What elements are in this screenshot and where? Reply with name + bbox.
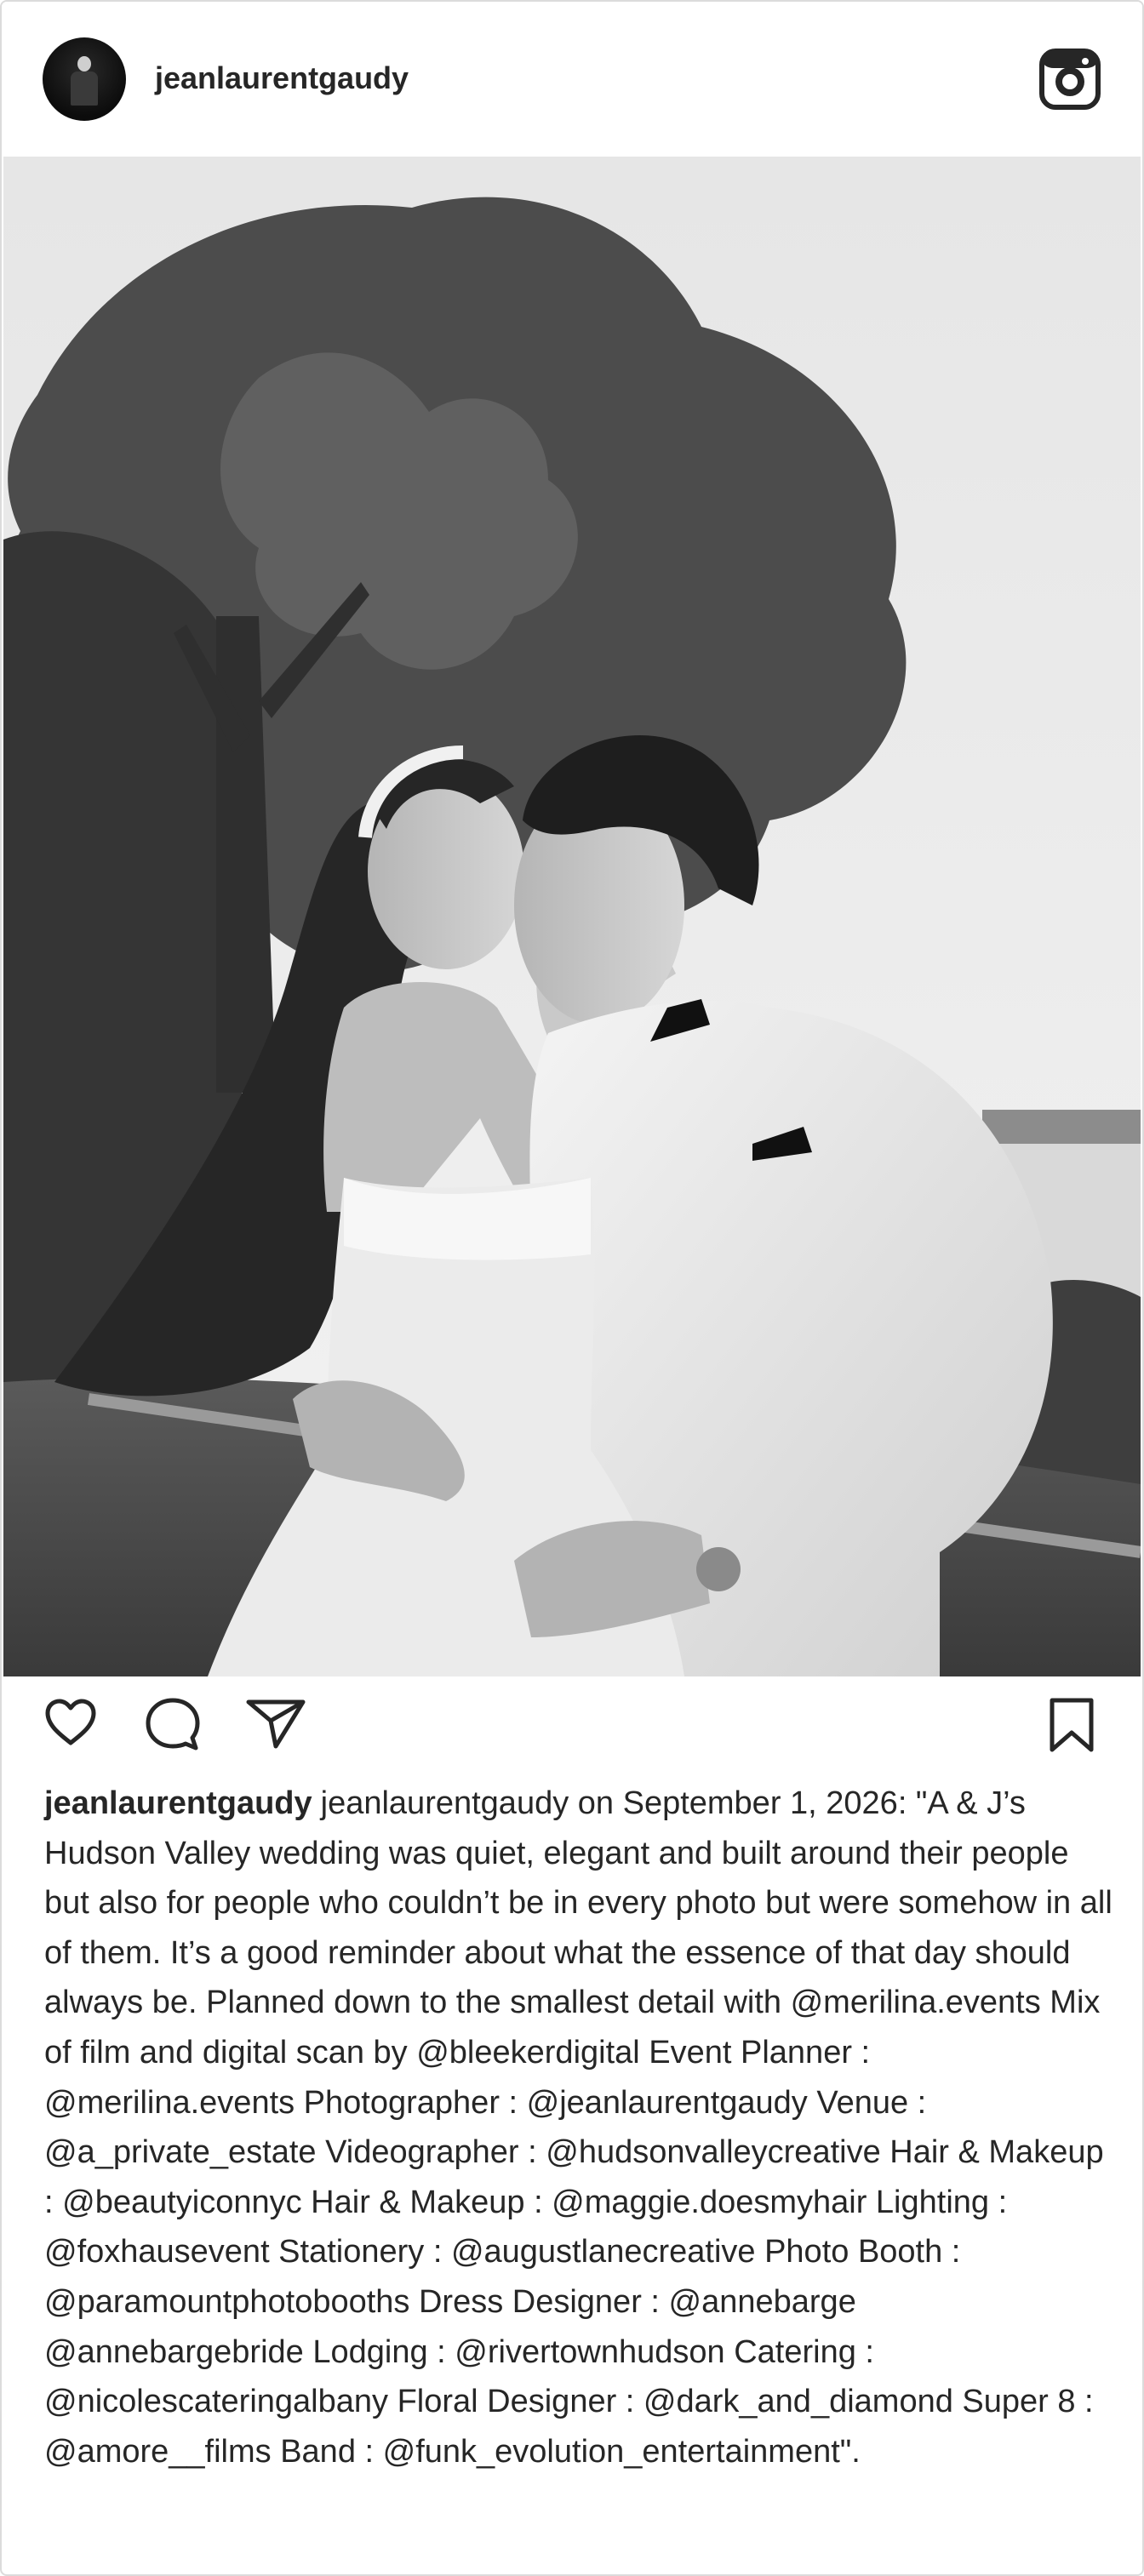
avatar-figure-body bbox=[71, 71, 98, 106]
caption-text: jeanlaurentgaudy on September 1, 2026: "… bbox=[44, 1785, 1113, 2470]
avatar[interactable] bbox=[43, 37, 126, 121]
post-photo[interactable] bbox=[3, 157, 1141, 1676]
caption-username[interactable]: jeanlaurentgaudy bbox=[44, 1785, 312, 1821]
paper-plane-icon[interactable] bbox=[245, 1697, 306, 1750]
speech-bubble-icon[interactable] bbox=[143, 1697, 203, 1751]
post-header: jeanlaurentgaudy bbox=[2, 2, 1142, 157]
post-card: jeanlaurentgaudy jeanlaurentgaudy jeanla… bbox=[0, 0, 1144, 2576]
bookmark-icon[interactable] bbox=[1045, 1697, 1098, 1753]
post-caption: jeanlaurentgaudy jeanlaurentgaudy on Sept… bbox=[44, 1779, 1115, 2476]
post-action-bar bbox=[2, 1676, 1142, 1770]
post-username[interactable]: jeanlaurentgaudy bbox=[155, 60, 409, 97]
instagram-icon[interactable] bbox=[1038, 48, 1101, 111]
heart-icon[interactable] bbox=[43, 1697, 99, 1748]
avatar-figure-head bbox=[77, 56, 91, 71]
wedding-photo-illustration bbox=[3, 157, 1141, 1676]
